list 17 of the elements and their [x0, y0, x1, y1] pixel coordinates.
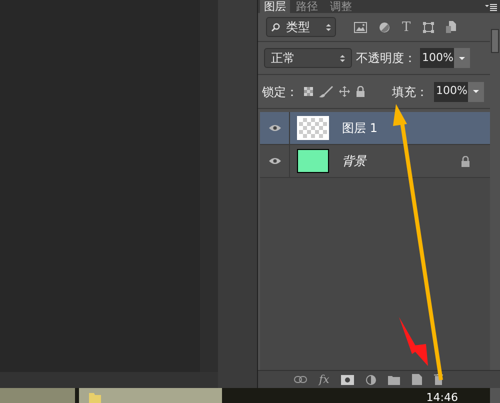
opacity-label: 不透明度：	[356, 50, 416, 67]
blend-mode-dropdown[interactable]: 正常	[264, 48, 352, 68]
layer-row[interactable]: 图层 1	[260, 112, 490, 145]
lock-label: 锁定：	[262, 84, 298, 100]
opacity-field[interactable]: 100%	[420, 48, 454, 68]
panel-tab[interactable]: 路径	[290, 0, 324, 13]
fill-label: 填充：	[392, 84, 428, 100]
fx-icon[interactable]: fx	[319, 374, 330, 385]
type-filter-icon[interactable]: T	[402, 20, 411, 34]
layer-name: 背景	[342, 153, 368, 170]
layer-name: 图层 1	[342, 120, 378, 137]
layer-row[interactable]: 背景	[260, 145, 490, 178]
clock: 14:46	[426, 392, 458, 403]
filter-dropdown[interactable]: 类型	[266, 17, 336, 37]
panel-tab[interactable]: 调整	[324, 0, 358, 13]
fill-field[interactable]: 100%	[434, 82, 468, 102]
panel-tab[interactable]: 图层	[260, 0, 290, 13]
